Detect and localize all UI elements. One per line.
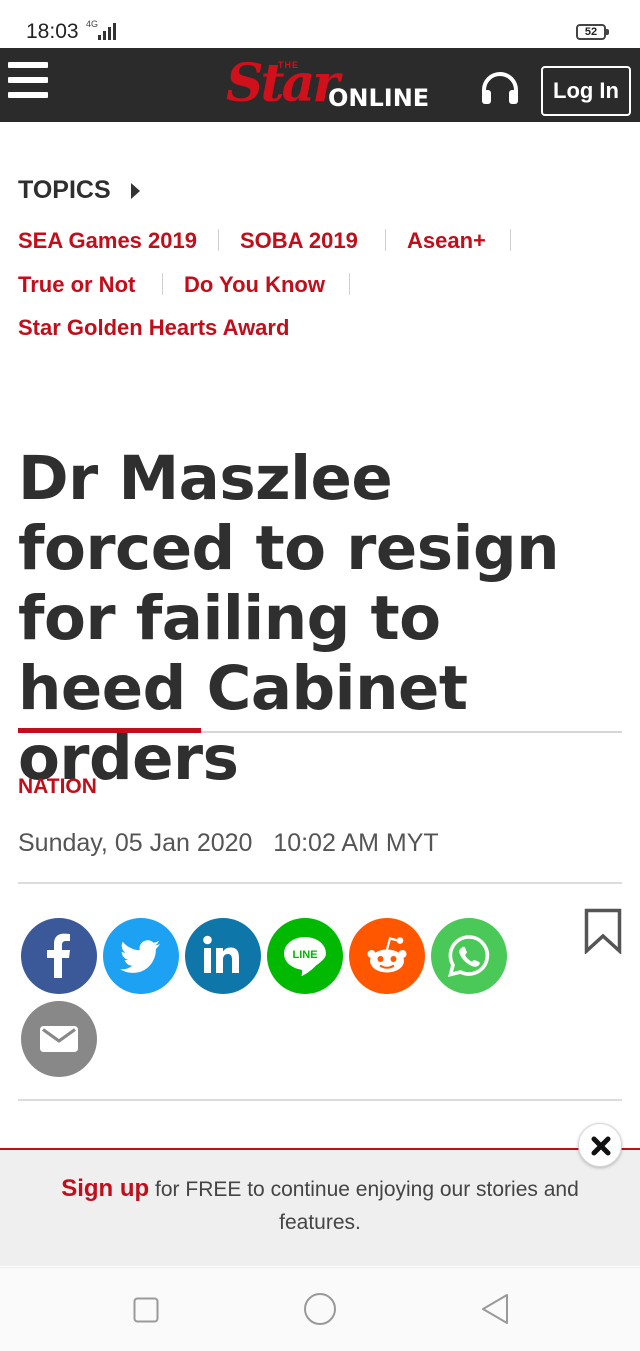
recent-apps-icon[interactable] xyxy=(133,1297,159,1323)
share-twitter-button[interactable] xyxy=(103,918,179,994)
headphones-icon[interactable] xyxy=(480,70,520,106)
topic-true-or-not[interactable]: True or Not xyxy=(18,272,135,298)
signup-message: Sign up for FREE to continue enjoying ou… xyxy=(40,1172,600,1239)
topic-separator xyxy=(510,229,511,251)
close-icon xyxy=(591,1136,611,1156)
topic-sea-games[interactable]: SEA Games 2019 xyxy=(18,228,197,254)
line-logo-text: LINE xyxy=(292,949,317,961)
divider xyxy=(18,882,622,884)
divider xyxy=(18,1099,622,1101)
status-time: 18:03 xyxy=(26,20,79,43)
line-icon: LINE xyxy=(284,937,326,976)
topic-asean[interactable]: Asean+ xyxy=(407,228,486,254)
topic-do-you-know[interactable]: Do You Know xyxy=(184,272,325,298)
system-nav-bar xyxy=(0,1267,640,1351)
signup-link[interactable]: Sign up xyxy=(61,1175,149,1202)
facebook-icon xyxy=(47,933,70,978)
signup-message-text: for FREE to continue enjoying our storie… xyxy=(149,1178,579,1234)
article-headline: Dr Maszlee forced to resign for failing … xyxy=(18,443,560,794)
home-icon[interactable] xyxy=(303,1292,337,1326)
topic-separator xyxy=(218,229,219,251)
share-line-button[interactable]: LINE xyxy=(267,918,343,994)
topic-separator xyxy=(349,273,350,295)
topic-separator xyxy=(385,229,386,251)
topic-golden-hearts[interactable]: Star Golden Hearts Award xyxy=(18,315,289,341)
logo-the: THE xyxy=(278,60,299,70)
article-date: Sunday, 05 Jan 2020 xyxy=(18,829,253,857)
battery-icon: 52 xyxy=(576,24,609,40)
menu-icon[interactable] xyxy=(8,60,48,100)
site-header: Star THE ONLINE Log In xyxy=(0,48,640,122)
topic-separator xyxy=(162,273,163,295)
login-button[interactable]: Log In xyxy=(541,66,631,116)
topic-soba[interactable]: SOBA 2019 xyxy=(240,228,358,254)
topics-heading[interactable]: TOPICS xyxy=(18,176,111,205)
topics-arrow-icon[interactable] xyxy=(131,183,140,199)
site-logo[interactable]: Star THE ONLINE xyxy=(226,54,430,114)
linkedin-icon xyxy=(203,935,239,973)
headline-accent xyxy=(18,728,201,733)
share-email-button[interactable] xyxy=(21,1001,97,1077)
share-facebook-button[interactable] xyxy=(21,918,97,994)
share-reddit-button[interactable] xyxy=(349,918,425,994)
logo-online: ONLINE xyxy=(328,84,430,112)
email-icon xyxy=(40,1026,78,1052)
share-whatsapp-button[interactable] xyxy=(431,918,507,994)
signup-banner: Sign up for FREE to continue enjoying ou… xyxy=(0,1148,640,1266)
article-category[interactable]: NATION xyxy=(18,775,97,799)
article-time: 10:02 AM MYT xyxy=(273,829,439,857)
close-banner-button[interactable] xyxy=(578,1123,622,1167)
whatsapp-icon xyxy=(447,935,490,977)
twitter-icon xyxy=(120,940,160,973)
status-bar: 18:03 4G 52 xyxy=(0,0,640,48)
back-icon[interactable] xyxy=(480,1293,510,1325)
bookmark-icon[interactable] xyxy=(584,908,622,954)
reddit-icon xyxy=(367,937,407,973)
network-type: 4G xyxy=(86,19,99,29)
share-linkedin-button[interactable] xyxy=(185,918,261,994)
article-dateline: Sunday, 05 Jan 2020 10:02 AM MYT xyxy=(18,829,439,858)
